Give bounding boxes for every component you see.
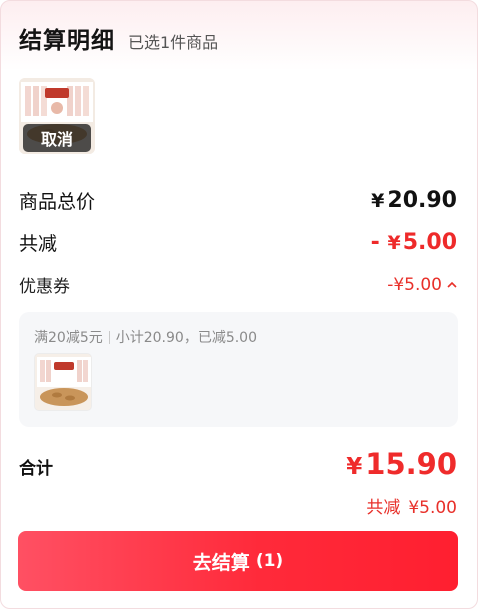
- goods-total-amount: ¥20.90: [371, 188, 457, 213]
- total-label: 合计: [19, 459, 53, 479]
- total-amount: ¥15.90: [346, 447, 457, 481]
- coupon-value: -¥5.00: [387, 274, 442, 295]
- discount-row: 共减 - ¥5.00: [19, 229, 457, 256]
- checkout-count: (1): [255, 551, 284, 571]
- panel-header: 结算明细 已选1件商品: [19, 21, 218, 55]
- coupon-detail-card: 满20减5元 小计20.90，已减5.00: [19, 312, 458, 427]
- discount-value: 5.00: [402, 230, 457, 255]
- discount-label: 共减: [19, 233, 58, 255]
- total-saved: 共减 ¥5.00: [366, 493, 457, 518]
- discount-amount: - ¥5.00: [371, 230, 457, 255]
- coupon-row[interactable]: 优惠券 -¥5.00: [19, 272, 457, 297]
- checkout-detail-panel: 结算明细 已选1件商品 取消 商品总价 ¥20.90 共减 - ¥5.00 优惠…: [0, 0, 478, 609]
- selected-count: 已选1件商品: [128, 33, 219, 52]
- cancel-button[interactable]: 取消: [23, 124, 91, 152]
- product-thumbnail[interactable]: 取消: [19, 78, 95, 154]
- goods-total-row: 商品总价 ¥20.90: [19, 187, 457, 214]
- checkout-label: 去结算: [192, 551, 250, 574]
- coupon-subtotal: 小计20.90，已减5.00: [115, 330, 257, 346]
- goods-total-label: 商品总价: [19, 191, 96, 213]
- chevron-up-icon: [447, 281, 457, 288]
- total-value: 15.90: [365, 447, 457, 481]
- coupon-toggle[interactable]: -¥5.00: [387, 275, 457, 295]
- currency-symbol: ¥: [346, 454, 363, 480]
- coupon-rule: 满20减5元: [34, 330, 103, 346]
- discount-prefix: -: [370, 230, 380, 255]
- coupon-label: 优惠券: [19, 277, 70, 297]
- coupon-product-thumbnail: [34, 353, 92, 411]
- page-title: 结算明细: [19, 28, 115, 54]
- saved-label: 共减: [366, 498, 401, 518]
- checkout-button[interactable]: 去结算 (1): [18, 531, 458, 591]
- product-image: [35, 354, 91, 410]
- currency-symbol: ¥: [387, 232, 401, 254]
- saved-value: ¥5.00: [408, 498, 457, 518]
- coupon-detail-line: 满20减5元 小计20.90，已减5.00: [34, 327, 257, 347]
- divider: [108, 330, 110, 344]
- goods-total-value: 20.90: [387, 188, 457, 213]
- currency-symbol: ¥: [371, 190, 385, 212]
